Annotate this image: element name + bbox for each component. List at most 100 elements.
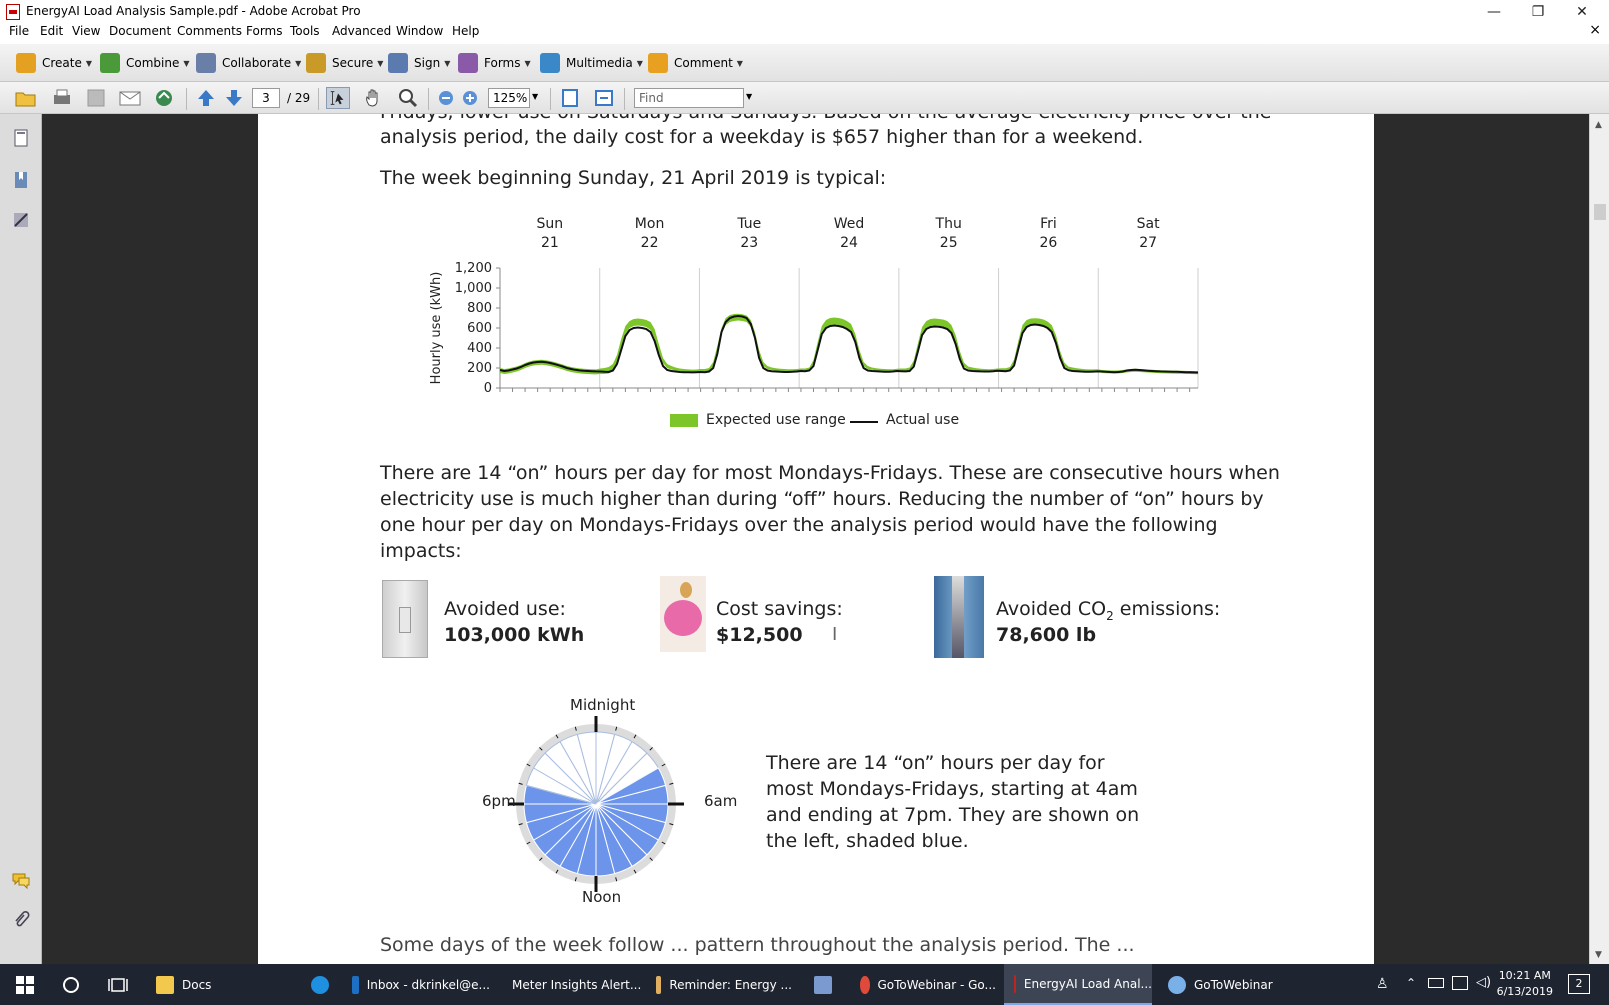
find-dropdown-icon[interactable]: ▼ bbox=[746, 92, 752, 101]
menu-file[interactable]: File bbox=[9, 24, 29, 38]
menu-advanced[interactable]: Advanced bbox=[332, 24, 391, 38]
multimedia-button[interactable]: Multimedia ▼ bbox=[540, 52, 643, 74]
save-icon[interactable] bbox=[84, 87, 108, 109]
bookmarks-icon[interactable] bbox=[11, 170, 31, 190]
battery-icon[interactable] bbox=[1428, 978, 1444, 988]
hand-icon[interactable] bbox=[362, 87, 386, 109]
email-icon[interactable] bbox=[118, 87, 142, 109]
day-date-label: 26 bbox=[1040, 235, 1058, 251]
paragraph-line: There are 14 “on” hours per day for bbox=[766, 752, 1105, 774]
zoom-level-input[interactable]: 125% bbox=[488, 88, 530, 108]
impact-value: 103,000 kWh bbox=[444, 624, 585, 646]
attachments-icon[interactable] bbox=[11, 910, 31, 930]
document-close-button[interactable]: × bbox=[1589, 22, 1601, 38]
windows-start-icon[interactable] bbox=[16, 976, 34, 994]
print-icon[interactable] bbox=[50, 87, 74, 109]
sign-button[interactable]: Sign ▼ bbox=[388, 52, 450, 74]
page-number-input[interactable]: 3 bbox=[252, 88, 280, 108]
close-button[interactable]: ✕ bbox=[1560, 0, 1604, 24]
title-bar: EnergyAI Load Analysis Sample.pdf - Adob… bbox=[0, 0, 1609, 24]
paragraph-line-cut: Some days of the week follow ... pattern… bbox=[380, 934, 1135, 956]
menu-forms[interactable]: Forms bbox=[246, 24, 282, 38]
restore-button[interactable]: ❐ bbox=[1516, 0, 1560, 24]
paragraph-line: and ending at 7pm. They are shown on bbox=[766, 804, 1140, 826]
y-tick-label: 0 bbox=[484, 381, 492, 396]
forms-button[interactable]: Forms ▼ bbox=[458, 52, 531, 74]
zoom-in-icon[interactable] bbox=[458, 87, 482, 109]
upload-icon[interactable] bbox=[152, 87, 176, 109]
taskbar-item-reminder[interactable]: Reminder: Energy ... bbox=[648, 964, 792, 1005]
open-icon[interactable] bbox=[14, 87, 38, 109]
window-title: EnergyAI Load Analysis Sample.pdf - Adob… bbox=[26, 4, 361, 18]
menu-view[interactable]: View bbox=[72, 24, 100, 38]
taskbar-item-meter-insights[interactable]: Meter Insights Alert... bbox=[496, 964, 641, 1005]
day-date-label: 23 bbox=[740, 235, 758, 251]
impact-label: Cost savings: bbox=[716, 598, 843, 620]
scrollbar-thumb[interactable] bbox=[1594, 204, 1606, 220]
taskbar-item-acrobat[interactable]: EnergyAI Load Anal... bbox=[1004, 964, 1152, 1005]
page-total: / 29 bbox=[287, 91, 311, 105]
taskbar-item-app[interactable] bbox=[806, 964, 842, 1005]
create-button[interactable]: Create ▼ bbox=[16, 52, 92, 74]
taskbar-item-outlook[interactable]: Inbox - dkrinkel@e... bbox=[346, 964, 490, 1005]
y-axis-label: Hourly use (kWh) bbox=[429, 272, 444, 385]
legend-label-range: Expected use range bbox=[706, 412, 846, 428]
combine-button[interactable]: Combine ▼ bbox=[100, 52, 190, 74]
menu-comments[interactable]: Comments bbox=[177, 24, 242, 38]
zoom-tool-icon[interactable] bbox=[396, 87, 420, 109]
next-page-icon[interactable] bbox=[222, 87, 246, 109]
search-icon[interactable] bbox=[62, 976, 80, 994]
menu-bar: File Edit View Document Comments Forms T… bbox=[0, 22, 1609, 42]
acrobat-icon bbox=[6, 4, 20, 20]
day-date-label: 22 bbox=[641, 235, 659, 251]
taskbar-item-chrome[interactable]: GoToWebinar - Go... bbox=[852, 964, 996, 1005]
taskbar-item-gotowebinar[interactable]: GoToWebinar bbox=[1160, 964, 1304, 1005]
select-text-icon[interactable] bbox=[326, 87, 350, 109]
tray-expand-icon[interactable]: ⌃ bbox=[1406, 976, 1416, 990]
impact-label: Avoided use: bbox=[444, 598, 566, 620]
menu-edit[interactable]: Edit bbox=[40, 24, 63, 38]
fit-width-icon[interactable] bbox=[592, 87, 616, 109]
clock-label-noon: Noon bbox=[582, 888, 622, 906]
network-icon[interactable] bbox=[1452, 976, 1468, 990]
zoom-dropdown-icon[interactable]: ▼ bbox=[532, 92, 538, 101]
task-view-icon[interactable] bbox=[108, 976, 128, 994]
acrobat-icon bbox=[1014, 974, 1016, 993]
menu-document[interactable]: Document bbox=[109, 24, 171, 38]
day-name-label: Wed bbox=[834, 216, 865, 232]
secure-button[interactable]: Secure ▼ bbox=[306, 52, 383, 74]
y-tick-label: 400 bbox=[467, 341, 492, 356]
day-name-label: Sun bbox=[537, 216, 564, 232]
comment-icon bbox=[648, 53, 668, 73]
taskbar: Docs Inbox - dkrinkel@e... Meter Insight… bbox=[0, 964, 1609, 1005]
menu-tools[interactable]: Tools bbox=[290, 24, 320, 38]
pages-icon[interactable] bbox=[11, 128, 31, 148]
minimize-button[interactable]: — bbox=[1472, 0, 1516, 24]
mail-icon bbox=[656, 975, 662, 994]
menu-window[interactable]: Window bbox=[396, 24, 443, 38]
legend-swatch-range bbox=[670, 414, 698, 427]
volume-icon[interactable]: ◁) bbox=[1476, 975, 1491, 990]
paragraph-line: There are 14 “on” hours per day for most… bbox=[380, 462, 1280, 484]
day-date-label: 27 bbox=[1139, 235, 1157, 251]
vertical-scrollbar[interactable]: ▲ ▼ bbox=[1589, 114, 1609, 964]
collaborate-button[interactable]: Collaborate ▼ bbox=[196, 52, 301, 74]
previous-page-icon[interactable] bbox=[194, 87, 218, 109]
comment-button[interactable]: Comment ▼ bbox=[648, 52, 743, 74]
document-viewport[interactable]: Fridays, lower use on Saturdays and Sund… bbox=[42, 114, 1589, 964]
taskbar-item-docs[interactable]: Docs bbox=[150, 964, 294, 1005]
hourly-use-chart: 0 200 400 600 800 1,000 1,200 Sun 21 Mon 22 Tue 23 We… bbox=[429, 216, 1199, 396]
menu-help[interactable]: Help bbox=[452, 24, 479, 38]
find-input[interactable]: Find bbox=[634, 88, 744, 108]
people-icon[interactable]: ♙ bbox=[1376, 976, 1389, 992]
signatures-icon[interactable] bbox=[11, 210, 31, 230]
multimedia-icon bbox=[540, 53, 560, 73]
comments-icon[interactable] bbox=[11, 870, 31, 890]
smokestack-icon bbox=[934, 576, 984, 658]
taskbar-item-ie[interactable] bbox=[302, 964, 338, 1005]
zoom-out-icon[interactable] bbox=[434, 87, 458, 109]
navigation-pane bbox=[0, 114, 42, 964]
fit-page-icon[interactable] bbox=[558, 87, 582, 109]
notifications-icon[interactable]: 2 bbox=[1568, 974, 1590, 994]
system-clock[interactable]: 10:21 AM 6/13/2019 bbox=[1497, 968, 1553, 1000]
